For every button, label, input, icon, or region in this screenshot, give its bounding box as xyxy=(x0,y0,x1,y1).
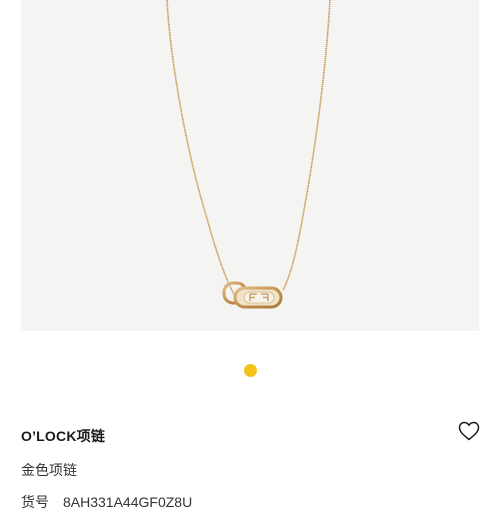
product-image[interactable] xyxy=(21,0,479,331)
sku-value: 8AH331A44GF0Z8U xyxy=(63,494,193,510)
necklace-image xyxy=(166,0,331,309)
carousel-indicator xyxy=(0,362,500,378)
product-sku: 货号 8AH331A44GF0Z8U xyxy=(21,492,192,512)
heart-outline-icon[interactable] xyxy=(458,421,480,441)
carousel-dot-active[interactable] xyxy=(243,363,257,377)
product-subtitle: 金色项链 xyxy=(21,462,77,478)
product-title: O’LOCK项链 xyxy=(21,428,106,444)
sku-label: 货号 xyxy=(21,494,49,510)
